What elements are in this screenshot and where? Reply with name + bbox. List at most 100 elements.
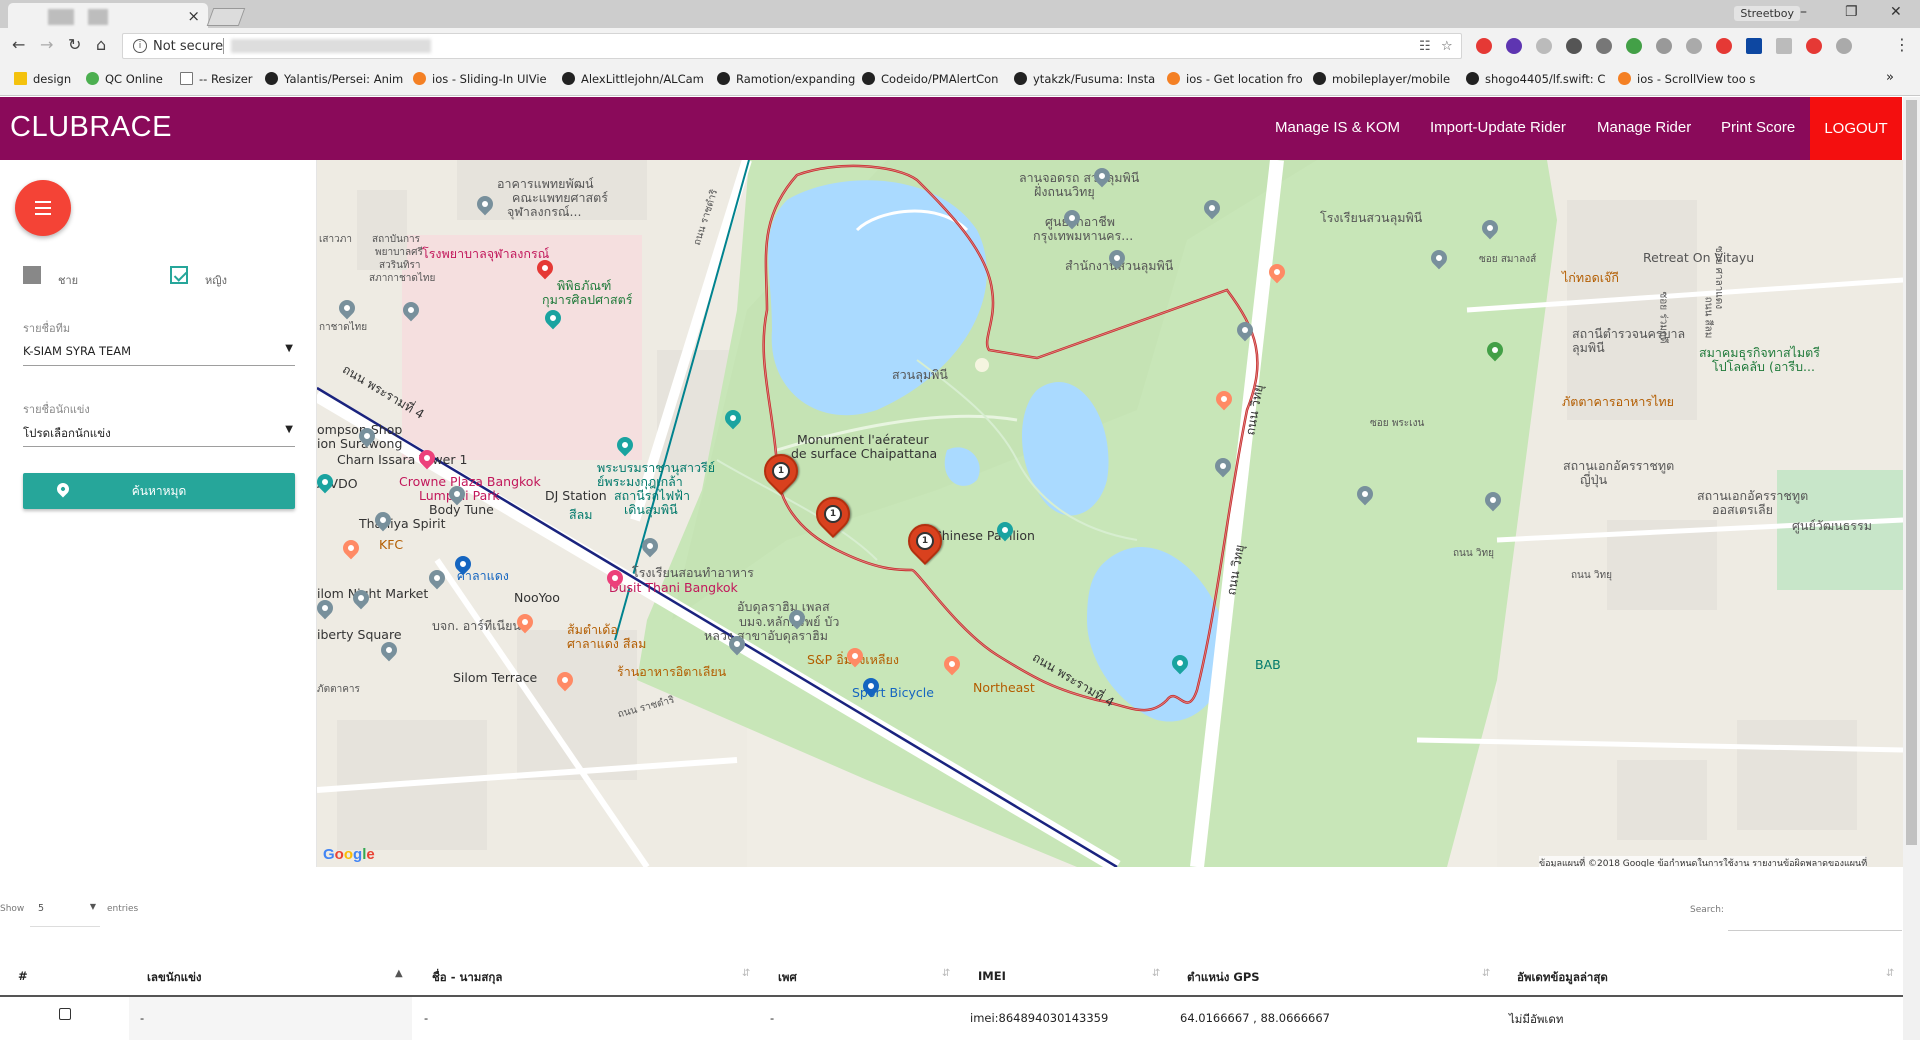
restore-icon[interactable]: ❐ bbox=[1845, 4, 1858, 20]
sort-icon[interactable]: ⇵ bbox=[942, 968, 950, 979]
extension-v-icon[interactable] bbox=[1596, 38, 1612, 54]
column-header-rider-no[interactable]: เลขนักแข่ง bbox=[147, 969, 202, 987]
entries-label: entries bbox=[107, 904, 139, 914]
new-tab-button[interactable] bbox=[206, 8, 246, 26]
bookmark-item[interactable]: QC Online bbox=[86, 72, 163, 86]
column-header-gender[interactable]: เพศ bbox=[778, 969, 797, 987]
bookmark-item[interactable]: Codeido/PMAlertCon bbox=[862, 72, 998, 86]
female-checkbox[interactable] bbox=[170, 266, 188, 284]
address-bar[interactable]: i Not secure ☷ ☆ bbox=[122, 33, 1462, 59]
map-attribution[interactable]: ข้อมูลแผนที่ ©2018 Google ข้อกำหนดในการใ… bbox=[1539, 856, 1868, 867]
cell-gps: 64.0166667 , 88.0666667 bbox=[1180, 1011, 1330, 1025]
info-icon[interactable]: i bbox=[133, 39, 147, 53]
filter-sidebar: ชาย หญิง รายชื่อทีม K-SIAM SYRA TEAM ▼ ร… bbox=[0, 160, 317, 867]
logout-button[interactable]: LOGOUT bbox=[1810, 97, 1902, 160]
bookmark-label: shogo4405/lf.swift: C bbox=[1485, 72, 1606, 86]
extension-shield-icon[interactable] bbox=[1836, 38, 1852, 54]
extension-green-icon[interactable] bbox=[1626, 38, 1642, 54]
extension-compass-icon[interactable] bbox=[1566, 38, 1582, 54]
row-checkbox[interactable] bbox=[59, 1008, 71, 1020]
bookmark-item[interactable]: Ramotion/expanding bbox=[717, 72, 855, 86]
rider-select[interactable]: โปรดเลือกนักแข่ง ▼ bbox=[23, 417, 295, 447]
bookmark-item[interactable]: ios - ScrollView too s bbox=[1618, 72, 1755, 86]
sort-icon[interactable]: ⇵ bbox=[1482, 968, 1490, 979]
male-checkbox[interactable] bbox=[23, 266, 41, 284]
page-icon bbox=[180, 72, 193, 85]
sort-icon[interactable]: ⇵ bbox=[1886, 968, 1894, 979]
column-header-imei[interactable]: IMEI bbox=[978, 969, 1006, 983]
bookmark-item[interactable]: Yalantis/Persei: Anim bbox=[265, 72, 403, 86]
home-icon[interactable]: ⌂ bbox=[96, 35, 106, 54]
stackoverflow-icon bbox=[1167, 72, 1180, 85]
minimize-icon[interactable]: – bbox=[1800, 4, 1807, 20]
nav-manage-rider[interactable]: Manage Rider bbox=[1597, 119, 1691, 136]
map-label: Northeast bbox=[973, 680, 1035, 695]
nav-print-score[interactable]: Print Score bbox=[1721, 119, 1795, 136]
extension-image-icon[interactable] bbox=[1776, 38, 1792, 54]
forward-icon[interactable]: → bbox=[40, 35, 53, 54]
sort-icon[interactable]: ⇵ bbox=[1152, 968, 1160, 979]
extension-grid-icon[interactable] bbox=[1746, 38, 1762, 54]
column-header-gps[interactable]: ตำแหน่ง GPS bbox=[1187, 969, 1260, 987]
brand-logo[interactable]: CLUBRACE bbox=[10, 111, 172, 144]
map-label: Thaniya Spirit bbox=[359, 516, 446, 531]
column-header-num[interactable]: # bbox=[18, 969, 28, 983]
map-pin-icon bbox=[54, 480, 72, 498]
reload-icon[interactable]: ↻ bbox=[68, 35, 81, 54]
close-window-icon[interactable]: ✕ bbox=[1890, 4, 1902, 20]
map-label: ภัตตาคาร bbox=[317, 684, 360, 695]
browser-tab[interactable]: × bbox=[8, 3, 208, 28]
omnibox-separator bbox=[223, 38, 224, 54]
github-icon bbox=[1466, 72, 1479, 85]
nav-manage-is-kom[interactable]: Manage IS & KOM bbox=[1275, 119, 1400, 136]
cell-name: - bbox=[424, 1011, 429, 1025]
page-length-select[interactable]: 5 ▼ bbox=[30, 891, 100, 927]
column-header-name[interactable]: ชื่อ - นามสกุล bbox=[432, 969, 502, 987]
extension-x-icon[interactable] bbox=[1716, 38, 1732, 54]
extension-ruler-icon[interactable] bbox=[1686, 38, 1702, 54]
back-icon[interactable]: ← bbox=[12, 35, 25, 54]
map-view[interactable]: อาคารแพทยพัฒน์ คณะแพทยศาสตร์ จุฬาลงกรณ์.… bbox=[317, 160, 1903, 867]
extension-abp-icon[interactable] bbox=[1806, 38, 1822, 54]
bookmark-label: design bbox=[33, 72, 72, 86]
search-pins-label: ค้นหาหมุด bbox=[131, 484, 187, 498]
bookmarks-overflow-icon[interactable]: » bbox=[1886, 70, 1894, 85]
map-label: KFC bbox=[379, 537, 404, 552]
team-select[interactable]: K-SIAM SYRA TEAM ▼ bbox=[23, 336, 295, 366]
bookmark-label: -- Resizer bbox=[199, 72, 253, 86]
nav-import-update-rider[interactable]: Import-Update Rider bbox=[1430, 119, 1566, 136]
bookmark-item[interactable]: AlexLittlejohn/ALCam bbox=[562, 72, 704, 86]
google-logo-letter: g bbox=[353, 846, 363, 863]
caret-down-icon: ▼ bbox=[285, 424, 293, 435]
column-header-updated[interactable]: อัพเดทข้อมูลล่าสุด bbox=[1517, 969, 1608, 987]
bookmark-item[interactable]: -- Resizer bbox=[180, 72, 253, 86]
table-row[interactable]: - - - imei:864894030143359 64.0166667 , … bbox=[0, 997, 1903, 1040]
tab-close-icon[interactable]: × bbox=[187, 7, 200, 25]
bookmark-item[interactable]: ios - Get location fro bbox=[1167, 72, 1303, 86]
map-label: ร้านอาหารอิตาเลียน bbox=[617, 664, 727, 679]
bookmark-item[interactable]: ytakzk/Fusuma: Insta bbox=[1014, 72, 1155, 86]
team-select-label: รายชื่อทีม bbox=[23, 322, 71, 335]
translate-icon[interactable]: ☷ bbox=[1419, 39, 1431, 54]
sort-asc-icon[interactable]: ▲ bbox=[395, 968, 403, 979]
extension-diamond-icon[interactable] bbox=[1506, 38, 1522, 54]
bookmark-item[interactable]: shogo4405/lf.swift: C bbox=[1466, 72, 1605, 86]
browser-toolbar: ← → ↻ ⌂ i Not secure ☷ ☆ ⋮ bbox=[0, 28, 1920, 64]
bookmark-item[interactable]: design bbox=[14, 72, 71, 86]
browser-menu-icon[interactable]: ⋮ bbox=[1894, 35, 1910, 54]
search-pins-button[interactable]: ค้นหาหมุด bbox=[23, 473, 295, 509]
bookmark-item[interactable]: mobileplayer/mobile bbox=[1313, 72, 1450, 86]
bookmark-star-icon[interactable]: ☆ bbox=[1441, 39, 1453, 54]
table-search-input[interactable] bbox=[1728, 903, 1902, 931]
extension-upload-icon[interactable] bbox=[1656, 38, 1672, 54]
menu-fab-button[interactable] bbox=[15, 180, 71, 236]
map-label: สีลม bbox=[569, 507, 593, 522]
extension-opera-icon[interactable] bbox=[1476, 38, 1492, 54]
scrollbar-thumb[interactable] bbox=[1906, 100, 1917, 845]
caret-down-icon: ▼ bbox=[285, 343, 293, 354]
sort-icon[interactable]: ⇵ bbox=[742, 968, 750, 979]
profile-name[interactable]: Streetboy bbox=[1734, 6, 1800, 21]
map-label: ญี่ปุ่น bbox=[1580, 472, 1608, 487]
bookmark-item[interactable]: ios - Sliding-In UIVie bbox=[413, 72, 547, 86]
extension-moon-icon[interactable] bbox=[1536, 38, 1552, 54]
